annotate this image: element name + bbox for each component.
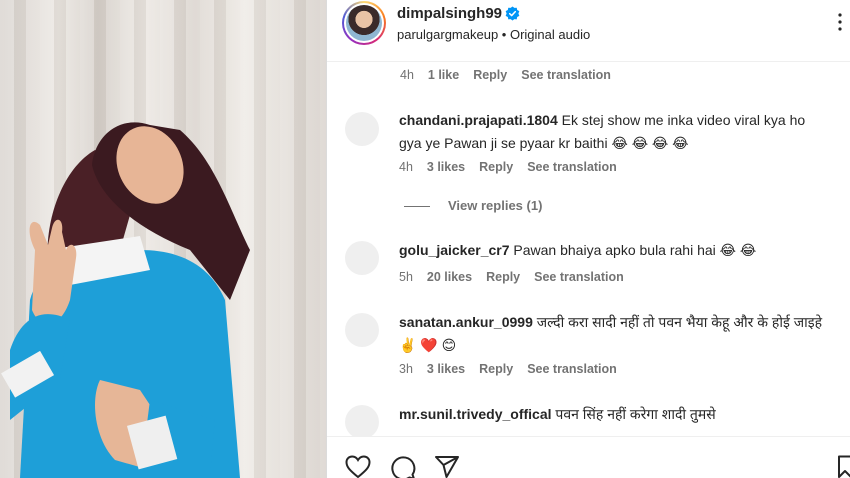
action-bar <box>327 436 850 478</box>
comment-meta: 5h 20 likes Reply See translation <box>399 270 638 284</box>
person-image <box>1 122 250 478</box>
post-header: dimpalsingh99 parulgargmakeup • Original… <box>327 0 850 62</box>
comment-username[interactable]: chandani.prajapati.1804 <box>399 112 558 128</box>
audio-separator: • <box>498 27 510 42</box>
audio-info[interactable]: parulgargmakeup • Original audio <box>397 27 590 42</box>
comment-avatar[interactable] <box>345 405 379 436</box>
comment-likes[interactable]: 3 likes <box>427 160 465 174</box>
reply-button[interactable]: Reply <box>473 68 507 82</box>
view-replies-button[interactable]: View replies (1) <box>404 198 542 213</box>
post-details-panel: dimpalsingh99 parulgargmakeup • Original… <box>327 0 850 478</box>
audio-label[interactable]: Original audio <box>510 27 590 42</box>
comment-body: mr.sunil.trivedy_offical पवन सिंह नहीं क… <box>399 403 829 426</box>
reply-button[interactable]: Reply <box>486 270 520 284</box>
comment-body: chandani.prajapati.1804 Ek stej show me … <box>399 109 829 155</box>
share-icon[interactable] <box>434 455 460 478</box>
more-options-icon[interactable] <box>833 10 847 34</box>
see-translation-button[interactable]: See translation <box>534 270 624 284</box>
comment-time: 5h <box>399 270 413 284</box>
audio-owner[interactable]: parulgargmakeup <box>397 27 498 42</box>
comment-time: 4h <box>399 160 413 174</box>
reply-button[interactable]: Reply <box>479 160 513 174</box>
comment-time: 4h <box>400 68 414 82</box>
reply-button[interactable]: Reply <box>479 362 513 376</box>
save-icon[interactable] <box>837 455 850 478</box>
comment-avatar[interactable] <box>345 241 379 275</box>
comment-likes[interactable]: 3 likes <box>427 362 465 376</box>
comment-body: golu_jaicker_cr7 Pawan bhaiya apko bula … <box>399 239 829 262</box>
comment-meta: 4h 1 like Reply See translation <box>400 68 625 82</box>
verified-badge-icon <box>505 6 520 21</box>
comment-time: 3h <box>399 362 413 376</box>
comment-avatar[interactable] <box>345 313 379 347</box>
see-translation-button[interactable]: See translation <box>527 160 617 174</box>
author-avatar[interactable] <box>342 1 386 45</box>
comment-username[interactable]: sanatan.ankur_0999 <box>399 314 533 330</box>
replies-line <box>404 206 430 208</box>
comment-likes[interactable]: 1 like <box>428 68 459 82</box>
view-replies-label[interactable]: View replies (1) <box>448 198 542 213</box>
comment-username[interactable]: golu_jaicker_cr7 <box>399 242 510 258</box>
see-translation-button[interactable]: See translation <box>521 68 611 82</box>
comment-meta: 4h 3 likes Reply See translation <box>399 160 631 174</box>
comment-username[interactable]: mr.sunil.trivedy_offical <box>399 406 552 422</box>
heart-icon[interactable] <box>345 455 371 478</box>
comments-list[interactable]: 4h 1 like Reply See translation chandani.pr… <box>327 62 850 436</box>
comment-icon[interactable] <box>390 455 416 478</box>
post-media[interactable] <box>0 0 326 478</box>
comment-body: sanatan.ankur_0999 जल्दी करा सादी नहीं त… <box>399 311 829 357</box>
see-translation-button[interactable]: See translation <box>527 362 617 376</box>
comment-likes[interactable]: 20 likes <box>427 270 472 284</box>
comment-text: Pawan bhaiya apko bula rahi hai 😂 😂 <box>513 242 757 258</box>
author-username[interactable]: dimpalsingh99 <box>397 5 502 22</box>
comment-meta: 3h 3 likes Reply See translation <box>399 362 631 376</box>
comment-avatar[interactable] <box>345 112 379 146</box>
comment-text: पवन सिंह नहीं करेगा शादी तुमसे <box>555 406 716 422</box>
